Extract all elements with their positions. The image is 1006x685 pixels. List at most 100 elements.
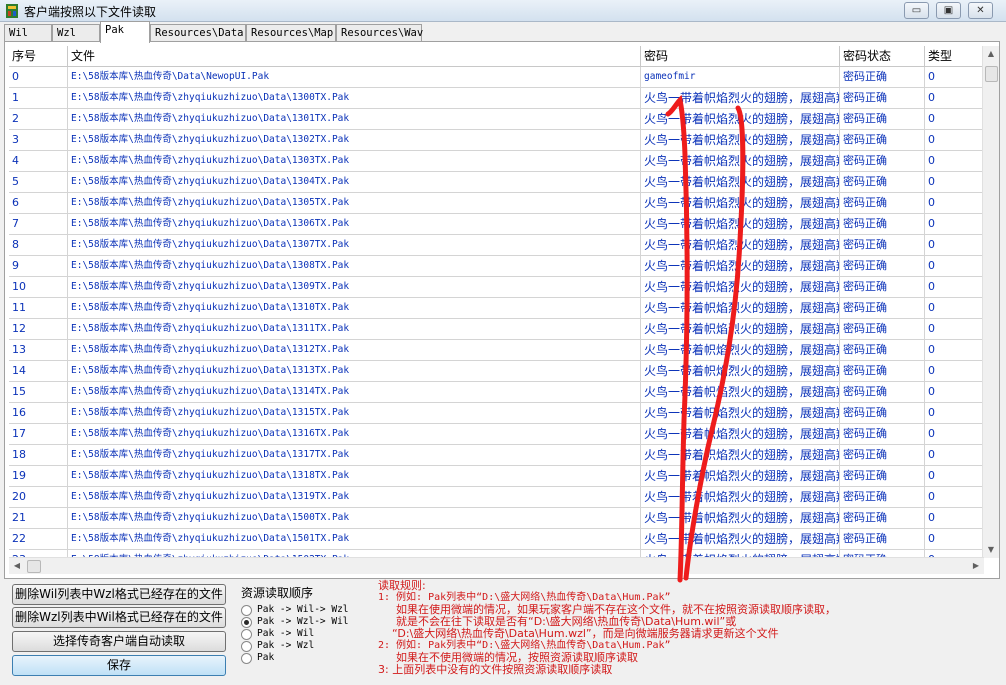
scroll-left-icon[interactable]: ◀ — [9, 558, 25, 574]
tab-wzl[interactable]: Wzl — [52, 24, 100, 42]
cell-index: 3 — [9, 130, 68, 151]
select-client-button[interactable]: 选择传奇客户端自动读取 — [12, 631, 226, 652]
cell-password-status: 密码正确 — [840, 172, 925, 193]
table-row[interactable]: 7 E:\58版本库\热血传奇\zhyqiukuzhizuo\Data\1306T… — [9, 214, 984, 235]
cell-file: E:\58版本库\热血传奇\zhyqiukuzhizuo\Data\1310TX… — [68, 298, 641, 319]
cell-password: 火鸟一带着帜焰烈火的翅膀，展翅高翔 — [641, 487, 840, 508]
table-row[interactable]: 11 E:\58版本库\热血传奇\zhyqiukuzhizuo\Data\1310… — [9, 298, 984, 319]
cell-index: 22 — [9, 529, 68, 550]
cell-file: E:\58版本库\热血传奇\zhyqiukuzhizuo\Data\1319TX… — [68, 487, 641, 508]
table-row[interactable]: 6 E:\58版本库\热血传奇\zhyqiukuzhizuo\Data\1305T… — [9, 193, 984, 214]
horizontal-scroll-thumb[interactable] — [27, 560, 41, 573]
tab-resources-data[interactable]: Resources\Data — [150, 24, 246, 42]
scroll-up-icon[interactable]: ▲ — [983, 46, 999, 62]
cell-password: 火鸟一带着帜焰烈火的翅膀，展翅高翔 — [641, 214, 840, 235]
table-row[interactable]: 0 E:\58版本库\热血传奇\Data\NewopUI.Pak gameofmir… — [9, 67, 984, 88]
tab-resources-wav[interactable]: Resources\Wav — [336, 24, 423, 42]
tab-resources-map[interactable]: Resources\Map — [246, 24, 336, 42]
cell-file: E:\58版本库\热血传奇\zhyqiukuzhizuo\Data\1317TX… — [68, 445, 641, 466]
read-rules: 读取规则: 1: 例如: Pak列表中“D:\盛大网络\热血传奇\Data\Hu… — [378, 580, 998, 680]
cell-password-status: 密码正确 — [840, 277, 925, 298]
scroll-down-icon[interactable]: ▼ — [983, 542, 999, 558]
cell-file: E:\58版本库\热血传奇\zhyqiukuzhizuo\Data\1304TX… — [68, 172, 641, 193]
cell-file: E:\58版本库\热血传奇\zhyqiukuzhizuo\Data\1313TX… — [68, 361, 641, 382]
delete-wzl-duplicates-button[interactable]: 删除Wzl列表中Wil格式已经存在的文件 — [12, 607, 226, 628]
cell-password: 火鸟一带着帜焰烈火的翅膀，展翅高翔 — [641, 298, 840, 319]
cell-password: 火鸟一带着帜焰烈火的翅膀，展翅高翔 — [641, 403, 840, 424]
close-button[interactable]: ✕ — [968, 2, 993, 19]
cell-password: 火鸟一带着帜焰烈火的翅膀，展翅高翔 — [641, 277, 840, 298]
cell-index: 2 — [9, 109, 68, 130]
table-row[interactable]: 18 E:\58版本库\热血传奇\zhyqiukuzhizuo\Data\1317… — [9, 445, 984, 466]
header-file[interactable]: 文件 — [68, 46, 641, 67]
table-row[interactable]: 14 E:\58版本库\热血传奇\zhyqiukuzhizuo\Data\1313… — [9, 361, 984, 382]
cell-password-status: 密码正确 — [840, 88, 925, 109]
cell-type: 0 — [925, 172, 984, 193]
read-order-label: Pak — [257, 652, 275, 663]
cell-file: E:\58版本库\热血传奇\zhyqiukuzhizuo\Data\1315TX… — [68, 403, 641, 424]
header-index[interactable]: 序号 — [9, 46, 68, 67]
read-order-group: 资源读取顺序 Pak -> Wil-> Wzl Pak -> Wzl-> Wil… — [235, 584, 372, 676]
cell-index: 18 — [9, 445, 68, 466]
cell-file: E:\58版本库\热血传奇\zhyqiukuzhizuo\Data\1318TX… — [68, 466, 641, 487]
table-row[interactable]: 21 E:\58版本库\热血传奇\zhyqiukuzhizuo\Data\1500… — [9, 508, 984, 529]
table-row[interactable]: 15 E:\58版本库\热血传奇\zhyqiukuzhizuo\Data\1314… — [9, 382, 984, 403]
cell-index: 7 — [9, 214, 68, 235]
table-row[interactable]: 1 E:\58版本库\热血传奇\zhyqiukuzhizuo\Data\1300T… — [9, 88, 984, 109]
table-row[interactable]: 12 E:\58版本库\热血传奇\zhyqiukuzhizuo\Data\1311… — [9, 319, 984, 340]
window-title: 客户端按照以下文件读取 — [24, 5, 157, 19]
table-row[interactable]: 20 E:\58版本库\热血传奇\zhyqiukuzhizuo\Data\1319… — [9, 487, 984, 508]
table-row[interactable]: 17 E:\58版本库\热血传奇\zhyqiukuzhizuo\Data\1316… — [9, 424, 984, 445]
header-password-status[interactable]: 密码状态 — [840, 46, 925, 67]
radio-icon[interactable] — [241, 617, 252, 628]
cell-file: E:\58版本库\热血传奇\zhyqiukuzhizuo\Data\1311TX… — [68, 319, 641, 340]
cell-password-status: 密码正确 — [840, 130, 925, 151]
cell-password: 火鸟一带着帜焰烈火的翅膀，展翅高翔 — [641, 361, 840, 382]
radio-icon[interactable] — [241, 629, 252, 640]
cell-type: 0 — [925, 361, 984, 382]
table-row[interactable]: 3 E:\58版本库\热血传奇\zhyqiukuzhizuo\Data\1302T… — [9, 130, 984, 151]
cell-file: E:\58版本库\热血传奇\zhyqiukuzhizuo\Data\1306TX… — [68, 214, 641, 235]
read-order-title: 资源读取顺序 — [241, 586, 314, 600]
cell-password-status: 密码正确 — [840, 529, 925, 550]
table-row[interactable]: 13 E:\58版本库\热血传奇\zhyqiukuzhizuo\Data\1312… — [9, 340, 984, 361]
table-row[interactable]: 10 E:\58版本库\热血传奇\zhyqiukuzhizuo\Data\1309… — [9, 277, 984, 298]
table-row[interactable]: 22 E:\58版本库\热血传奇\zhyqiukuzhizuo\Data\1501… — [9, 529, 984, 550]
cell-index: 17 — [9, 424, 68, 445]
cell-index: 14 — [9, 361, 68, 382]
table-row[interactable]: 19 E:\58版本库\热血传奇\zhyqiukuzhizuo\Data\1318… — [9, 466, 984, 487]
tab-wil[interactable]: Wil — [4, 24, 52, 42]
vertical-scrollbar[interactable]: ▲ ▼ — [982, 46, 999, 558]
save-button[interactable]: 保存 — [12, 655, 226, 676]
cell-file: E:\58版本库\热血传奇\zhyqiukuzhizuo\Data\1316TX… — [68, 424, 641, 445]
tab-pak[interactable]: Pak — [100, 21, 150, 43]
cell-type: 0 — [925, 382, 984, 403]
minimize-button[interactable]: ▭ — [904, 2, 929, 19]
read-order-label: Pak -> Wzl-> Wil — [257, 616, 349, 627]
maximize-button[interactable]: ▣ — [936, 2, 961, 19]
cell-file: E:\58版本库\热血传奇\zhyqiukuzhizuo\Data\1302TX… — [68, 130, 641, 151]
header-type[interactable]: 类型 — [925, 46, 984, 67]
vertical-scroll-thumb[interactable] — [985, 66, 998, 82]
cell-password: 火鸟一带着帜焰烈火的翅膀，展翅高翔 — [641, 508, 840, 529]
cell-file: E:\58版本库\热血传奇\zhyqiukuzhizuo\Data\1309TX… — [68, 277, 641, 298]
cell-password: 火鸟一带着帜焰烈火的翅膀，展翅高翔 — [641, 88, 840, 109]
radio-icon[interactable] — [241, 605, 252, 616]
table-row[interactable]: 9 E:\58版本库\热血传奇\zhyqiukuzhizuo\Data\1308T… — [9, 256, 984, 277]
file-table[interactable]: 序号 文件 密码 密码状态 类型 0 E:\58版本库\热血传奇\Data\New… — [9, 46, 998, 558]
table-row[interactable]: 5 E:\58版本库\热血传奇\zhyqiukuzhizuo\Data\1304T… — [9, 172, 984, 193]
table-row[interactable]: 16 E:\58版本库\热血传奇\zhyqiukuzhizuo\Data\1315… — [9, 403, 984, 424]
header-password[interactable]: 密码 — [641, 46, 840, 67]
horizontal-scrollbar[interactable]: ◀ ▶ — [9, 557, 984, 574]
table-row[interactable]: 2 E:\58版本库\热血传奇\zhyqiukuzhizuo\Data\1301T… — [9, 109, 984, 130]
delete-wil-duplicates-button[interactable]: 删除Wil列表中Wzl格式已经存在的文件 — [12, 584, 226, 605]
table-row[interactable]: 8 E:\58版本库\热血传奇\zhyqiukuzhizuo\Data\1307T… — [9, 235, 984, 256]
cell-password-status: 密码正确 — [840, 445, 925, 466]
cell-password-status: 密码正确 — [840, 319, 925, 340]
scroll-right-icon[interactable]: ▶ — [968, 558, 984, 574]
table-row[interactable]: 4 E:\58版本库\热血传奇\zhyqiukuzhizuo\Data\1303T… — [9, 151, 984, 172]
cell-index: 16 — [9, 403, 68, 424]
cell-password-status: 密码正确 — [840, 214, 925, 235]
radio-icon[interactable] — [241, 641, 252, 652]
radio-icon[interactable] — [241, 653, 252, 664]
